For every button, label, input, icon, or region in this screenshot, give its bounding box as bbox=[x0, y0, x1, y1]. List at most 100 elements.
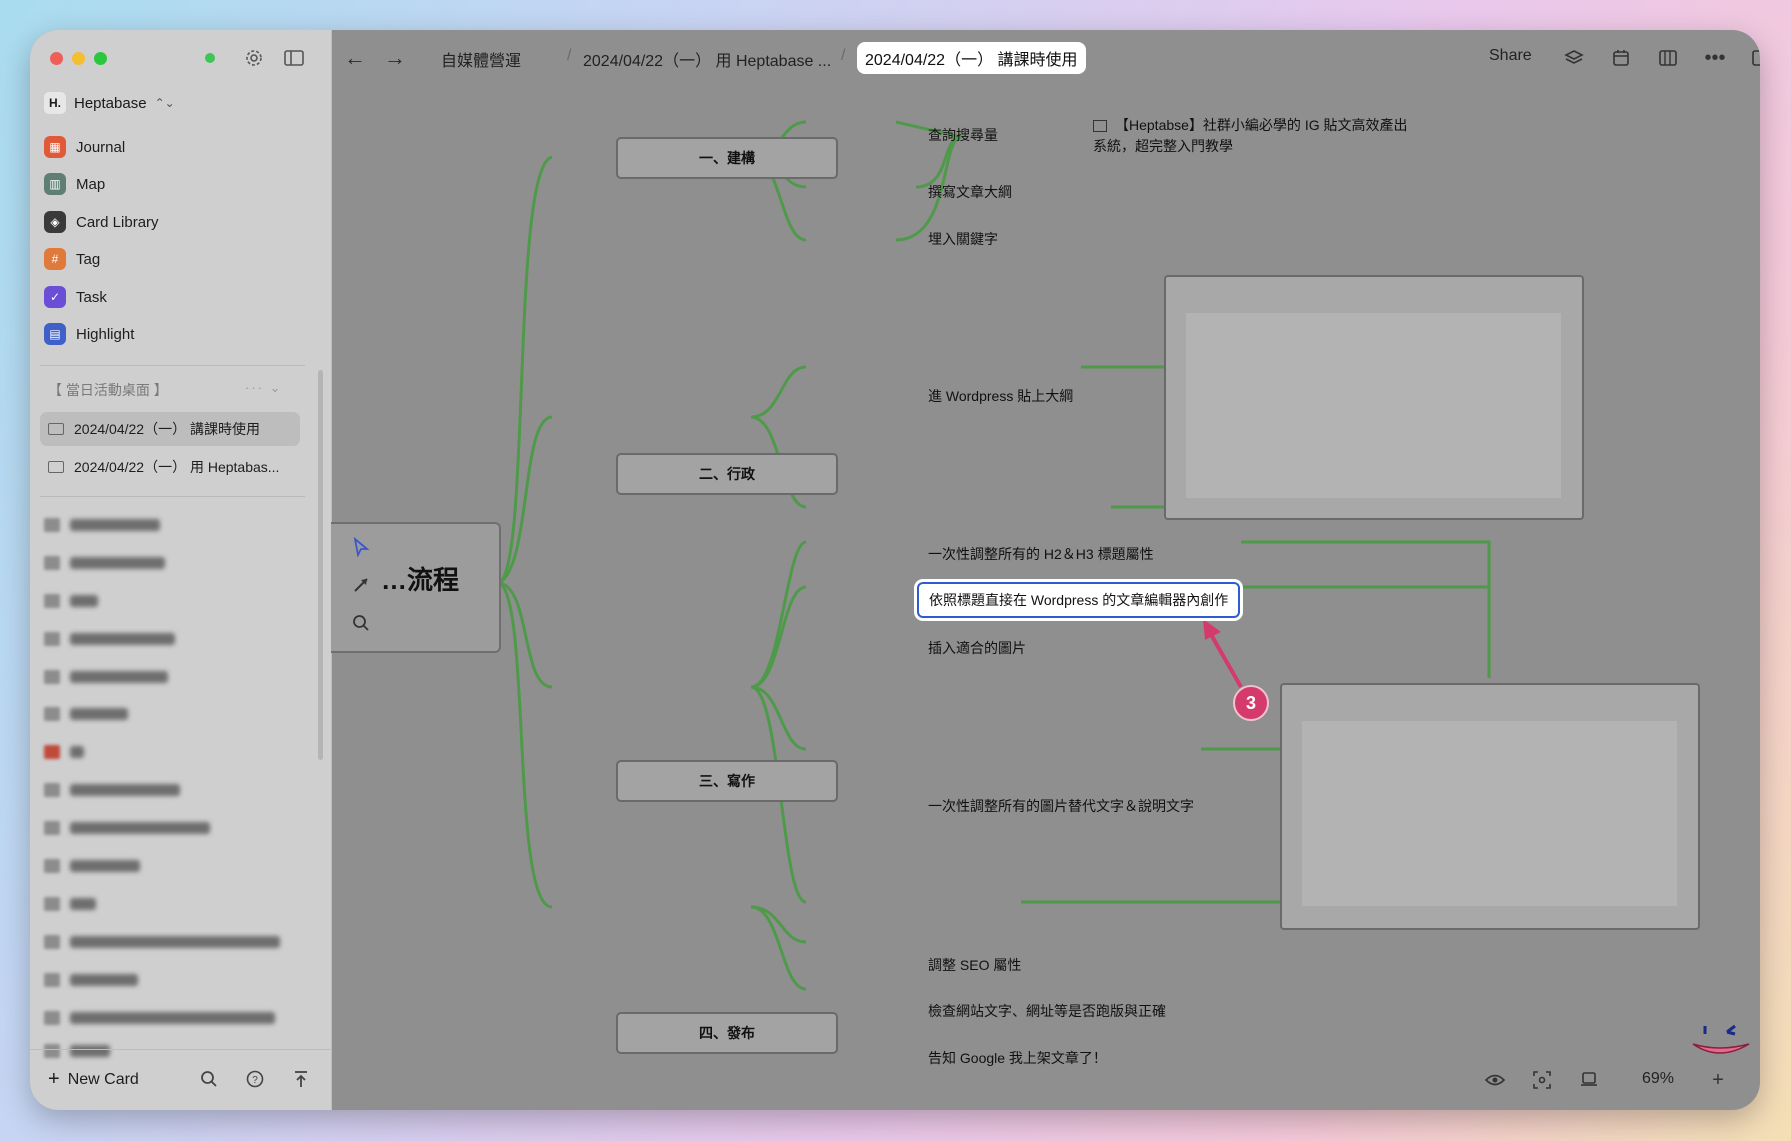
section-more-icon[interactable]: ··· ⌄ bbox=[245, 380, 283, 396]
layers-icon[interactable] bbox=[1560, 44, 1588, 72]
note-card-text: 【Heptabse】社群小編必學的 IG 貼文高效產出系統，超完整入門教學 bbox=[1093, 117, 1408, 154]
leaf-node[interactable]: 進 Wordpress 貼上大綱 bbox=[928, 386, 1073, 406]
workspace-switcher[interactable]: H. Heptabase ⌃⌄ bbox=[44, 92, 175, 114]
blurred-item[interactable] bbox=[44, 859, 140, 873]
zoom-in-icon[interactable]: + bbox=[1704, 1066, 1732, 1094]
whiteboard-item-active[interactable]: 2024/04/22（一） 講課時使用 bbox=[40, 412, 300, 446]
zoom-bar: 69% + − bbox=[331, 1050, 1760, 1110]
sidebar-item-label: Tag bbox=[76, 250, 101, 268]
leaf-node[interactable]: 插入適合的圖片 bbox=[928, 638, 1026, 658]
maximize-window-button[interactable] bbox=[94, 52, 107, 65]
whiteboard-item[interactable]: 2024/04/22（一） 用 Heptabas... bbox=[40, 450, 300, 484]
search-icon[interactable] bbox=[196, 1066, 222, 1092]
select-pointer-icon[interactable] bbox=[349, 535, 373, 559]
blurred-item[interactable] bbox=[44, 1011, 275, 1025]
new-card-label: New Card bbox=[67, 1070, 139, 1088]
sidebar-scrollbar[interactable] bbox=[318, 370, 323, 760]
new-card-button[interactable]: + New Card bbox=[48, 1068, 139, 1091]
section-title: 【 當日活動桌面 】 bbox=[48, 382, 168, 398]
whiteboard-label: 2024/04/22（一） 用 Heptabas... bbox=[74, 459, 280, 475]
minimize-window-button[interactable] bbox=[72, 52, 85, 65]
sync-status-dot bbox=[205, 53, 215, 63]
plus-icon: + bbox=[48, 1068, 60, 1090]
callout-number-badge: 3 bbox=[1233, 685, 1269, 721]
back-arrow-icon[interactable]: ← bbox=[341, 44, 369, 72]
divider bbox=[40, 365, 305, 366]
presentation-icon[interactable] bbox=[1575, 1066, 1603, 1094]
help-icon[interactable]: ? bbox=[242, 1066, 268, 1092]
branch-node[interactable]: 二、行政 bbox=[616, 453, 838, 495]
top-bar: ← → 自媒體營運 / 2024/04/22（一） 用 Heptabase ..… bbox=[331, 30, 1760, 87]
close-window-button[interactable] bbox=[50, 52, 63, 65]
sidebar-item-journal[interactable]: ▦ Journal bbox=[44, 136, 125, 158]
sidebar-item-task[interactable]: ✓ Task bbox=[44, 286, 107, 308]
forward-arrow-icon[interactable]: → bbox=[381, 44, 409, 72]
heptabase-logo-icon: H. bbox=[44, 92, 66, 114]
blurred-item[interactable] bbox=[44, 518, 160, 532]
blurred-item[interactable] bbox=[44, 935, 280, 949]
blurred-item[interactable] bbox=[44, 556, 165, 570]
search-icon[interactable] bbox=[349, 611, 373, 635]
eye-icon[interactable] bbox=[1481, 1066, 1509, 1094]
breadcrumb-active[interactable]: 2024/04/22（一） 講課時使用 bbox=[857, 42, 1086, 74]
sidebar-item-card-library[interactable]: ◈ Card Library bbox=[44, 211, 159, 233]
sidebar: H. Heptabase ⌃⌄ ▦ Journal ▥ Map ◈ Card L… bbox=[30, 30, 332, 1110]
breadcrumb-separator: / bbox=[841, 47, 846, 64]
blurred-item[interactable] bbox=[44, 783, 180, 797]
toggle-sidebar-icon[interactable] bbox=[280, 44, 308, 72]
blurred-item[interactable] bbox=[44, 745, 84, 759]
toggle-right-panel-icon[interactable] bbox=[1748, 44, 1760, 72]
sidebar-item-label: Card Library bbox=[76, 213, 159, 231]
zoom-level[interactable]: 69% bbox=[1642, 1070, 1674, 1088]
leaf-node[interactable]: 埋入關鍵字 bbox=[928, 229, 998, 249]
branch-node[interactable]: 三、寫作 bbox=[616, 760, 838, 802]
note-card[interactable]: 【Heptabse】社群小編必學的 IG 貼文高效產出系統，超完整入門教學 bbox=[1093, 115, 1413, 157]
leaf-node-selected[interactable]: 依照標題直接在 Wordpress 的文章編輯器內創作 bbox=[917, 582, 1241, 618]
whiteboard-canvas[interactable]: …流程 一、建構 二、行政 三、寫作 四、發布 查詢搜尋量 撰寫文章大綱 埋入關… bbox=[331, 87, 1760, 1110]
more-options-icon[interactable]: ••• bbox=[1701, 44, 1729, 72]
calendar-icon: ▦ bbox=[44, 136, 66, 158]
calendar-icon[interactable] bbox=[1607, 44, 1635, 72]
screenshot-card[interactable] bbox=[1280, 683, 1700, 930]
breadcrumb-separator: / bbox=[567, 47, 572, 64]
app-window: H. Heptabase ⌃⌄ ▦ Journal ▥ Map ◈ Card L… bbox=[30, 30, 1760, 1110]
leaf-node[interactable]: 查詢搜尋量 bbox=[928, 125, 998, 145]
book-icon bbox=[48, 461, 64, 473]
divider bbox=[40, 496, 305, 497]
leaf-node[interactable]: 撰寫文章大綱 bbox=[928, 182, 1012, 202]
sidebar-item-tag[interactable]: # Tag bbox=[44, 248, 100, 270]
sidebar-bottom-bar: + New Card ? bbox=[30, 1049, 331, 1110]
map-icon[interactable] bbox=[1654, 44, 1682, 72]
blurred-item[interactable] bbox=[44, 973, 138, 987]
svg-text:?: ? bbox=[252, 1075, 258, 1086]
leaf-node[interactable]: 檢查網站文字、網址等是否跑版與正確 bbox=[928, 1001, 1166, 1021]
blurred-item[interactable] bbox=[44, 670, 168, 684]
breadcrumb-item[interactable]: 2024/04/22（一） 用 Heptabase ... bbox=[583, 47, 831, 71]
sidebar-item-label: Highlight bbox=[76, 325, 135, 343]
blurred-item[interactable] bbox=[44, 897, 96, 911]
focus-frame-icon[interactable] bbox=[1528, 1066, 1556, 1094]
branch-node[interactable]: 四、發布 bbox=[616, 1012, 838, 1054]
leaf-node[interactable]: 調整 SEO 屬性 bbox=[928, 955, 1021, 975]
book-icon bbox=[48, 423, 64, 435]
sidebar-item-highlight[interactable]: ▤ Highlight bbox=[44, 323, 134, 345]
leaf-node[interactable]: 一次性調整所有的 H2＆H3 標題屬性 bbox=[928, 544, 1154, 564]
branch-node[interactable]: 一、建構 bbox=[616, 137, 838, 179]
zoom-out-icon[interactable]: − bbox=[1751, 1066, 1760, 1094]
breadcrumb-item[interactable]: 自媒體營運 bbox=[441, 47, 521, 71]
sidebar-item-map[interactable]: ▥ Map bbox=[44, 173, 105, 195]
hashtag-icon: # bbox=[44, 248, 66, 270]
blurred-item[interactable] bbox=[44, 632, 175, 646]
leaf-node[interactable]: 一次性調整所有的圖片替代文字＆說明文字 bbox=[928, 796, 1194, 816]
highlight-icon: ▤ bbox=[44, 323, 66, 345]
upload-icon[interactable] bbox=[288, 1066, 314, 1092]
blurred-item[interactable] bbox=[44, 821, 210, 835]
window-controls bbox=[50, 52, 107, 65]
blurred-item[interactable] bbox=[44, 594, 98, 608]
share-button[interactable]: Share bbox=[1489, 47, 1532, 65]
screenshot-card[interactable] bbox=[1164, 275, 1584, 520]
callout-arrow bbox=[1203, 619, 1243, 688]
settings-gear-icon[interactable] bbox=[240, 44, 268, 72]
arrow-tool-icon[interactable] bbox=[349, 573, 373, 597]
blurred-item[interactable] bbox=[44, 707, 128, 721]
